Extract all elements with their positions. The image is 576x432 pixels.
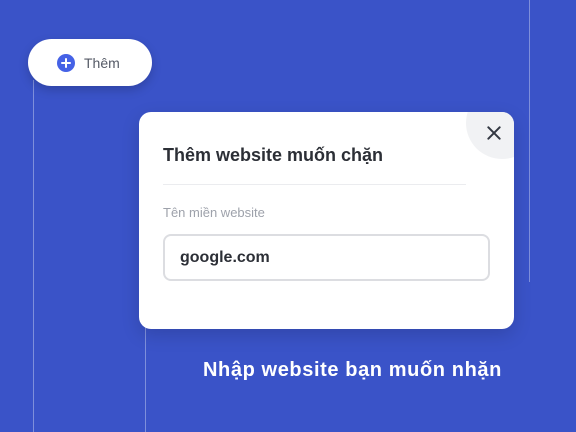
guide-line-right [529,0,530,282]
add-button[interactable]: Thêm [28,39,152,86]
guide-line-middle [145,320,146,432]
domain-field-label: Tên miền website [163,205,265,220]
add-button-label: Thêm [84,54,120,71]
dialog-title: Thêm website muốn chặn [163,145,384,165]
caption-text: Nhập website bạn muốn nhặn [203,359,502,381]
plus-circle-icon [57,53,75,72]
domain-input[interactable] [163,234,490,281]
add-website-dialog: Thêm website muốn chặn Tên miền website [139,112,514,329]
close-icon[interactable] [486,125,502,141]
title-divider [163,184,466,185]
guide-line-left [33,80,34,432]
